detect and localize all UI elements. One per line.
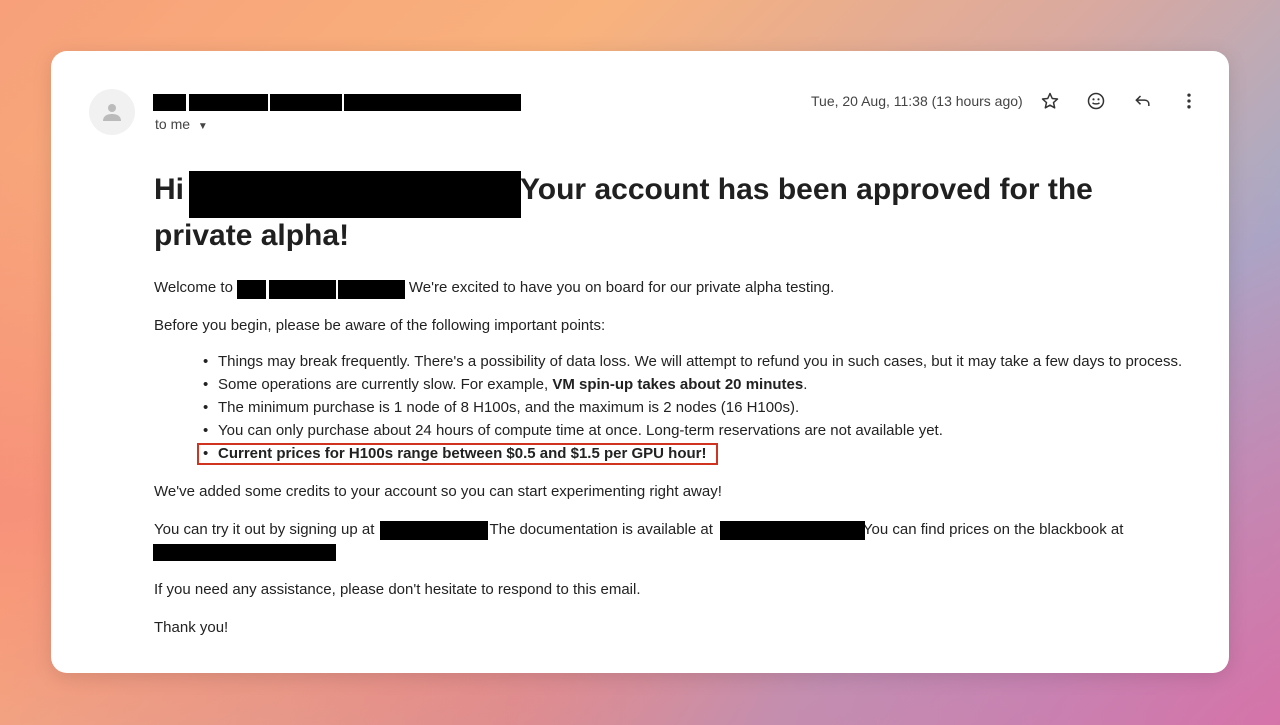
list-item: The minimum purchase is 1 node of 8 H100… — [203, 399, 1182, 422]
list-item: You can only purchase about 24 hours of … — [203, 422, 1182, 445]
caret-down-icon: ▼ — [197, 121, 208, 132]
recipient-dropdown[interactable]: to me ▼ — [155, 116, 208, 132]
redacted-sender — [270, 94, 342, 111]
redacted-product — [269, 280, 336, 299]
intro-line: Before you begin, please be aware of the… — [154, 317, 606, 334]
star-icon[interactable] — [1038, 89, 1062, 113]
redacted-product — [237, 280, 266, 299]
redacted-product — [338, 280, 405, 299]
email-date: Tue, 20 Aug, 11:38 (13 hours ago) — [811, 93, 1023, 109]
redacted-docs-link[interactable] — [720, 521, 865, 540]
highlight-box — [197, 443, 718, 465]
redacted-sender — [344, 94, 521, 111]
person-icon — [103, 104, 121, 121]
redacted-sender — [153, 94, 186, 111]
sender-avatar[interactable] — [89, 89, 135, 135]
emoji-icon[interactable] — [1084, 89, 1108, 113]
redacted-prices-link[interactable] — [153, 544, 336, 561]
assistance-line: If you need any assistance, please don't… — [154, 581, 641, 598]
redacted-name — [189, 171, 521, 218]
more-vert-icon[interactable] — [1177, 89, 1201, 113]
reply-icon[interactable] — [1131, 89, 1155, 113]
recipient-label: to me — [155, 116, 191, 132]
redacted-signup-link[interactable] — [380, 521, 488, 540]
links-line: You can try it out by signing up at The d… — [154, 521, 1124, 538]
list-item: Things may break frequently. There's a p… — [203, 353, 1182, 376]
redacted-sender — [189, 94, 268, 111]
email-card: to me ▼ Tue, 20 Aug, 11:38 (13 hours ago… — [51, 51, 1229, 673]
list-item: Some operations are currently slow. For … — [203, 376, 1182, 399]
thanks-line: Thank you! — [154, 619, 229, 636]
credits-line: We've added some credits to your account… — [154, 483, 722, 500]
